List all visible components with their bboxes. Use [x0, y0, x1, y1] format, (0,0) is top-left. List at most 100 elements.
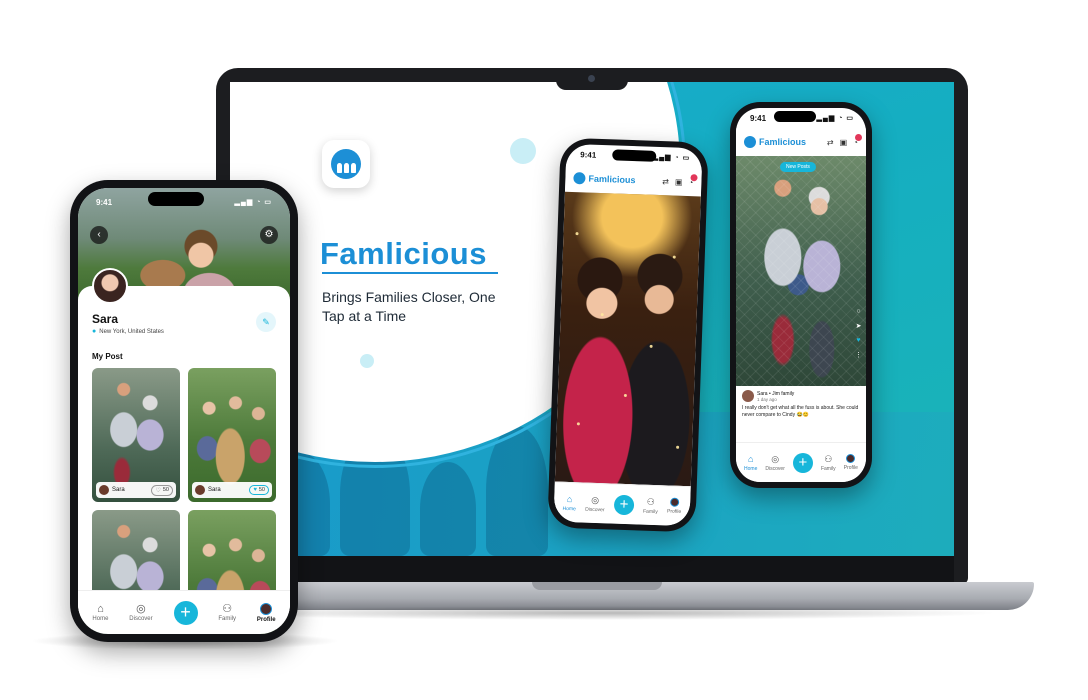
feed-post-image[interactable]	[554, 191, 701, 487]
post-side-actions: ○ ➤ ♥ ⋮	[855, 308, 862, 359]
compass-icon: ◎	[136, 602, 146, 615]
location-pin-icon: ●	[92, 328, 97, 335]
bell-icon[interactable]: ◔	[853, 133, 862, 147]
app-logo-icon	[573, 172, 586, 185]
mockup-stage: Famlicious Brings Families Closer, One T…	[0, 0, 1088, 700]
dynamic-island	[612, 149, 657, 162]
nav-family[interactable]: ⚇ Family	[643, 496, 658, 514]
pencil-icon: ✎	[262, 317, 270, 327]
app-logo-icon	[322, 140, 370, 188]
notification-badge	[690, 173, 698, 181]
edit-profile-button[interactable]: ✎	[256, 312, 276, 332]
laptop-groove	[532, 582, 662, 590]
status-time: 9:41	[750, 114, 767, 123]
notification-badge	[855, 133, 862, 141]
avatar	[846, 454, 856, 463]
post-author[interactable]: Sara • Jim family	[757, 391, 794, 397]
nav-home[interactable]: ⌂ Home	[744, 454, 757, 472]
like-count[interactable]: ♥ 50	[249, 485, 269, 495]
profile-avatar[interactable]	[92, 268, 128, 304]
brand-tagline: Brings Families Closer, One Tap at a Tim…	[322, 289, 496, 324]
share-icon[interactable]: ➤	[856, 322, 862, 330]
post-tile[interactable]: Sara ♡ 50	[92, 368, 180, 502]
post-time: 1 day ago	[757, 396, 777, 402]
heart-icon[interactable]: ♥	[856, 337, 860, 344]
header-actions: ⇄ ▣ ◔	[662, 173, 698, 187]
nav-profile[interactable]: Profile	[257, 602, 276, 623]
avatar	[260, 602, 273, 615]
heart-icon: ♥	[253, 487, 257, 493]
post-author: Sara	[208, 487, 221, 493]
nav-family[interactable]: ⚇ Family	[821, 454, 836, 472]
nav-home[interactable]: ⌂ Home	[562, 493, 576, 511]
laptop-notch	[556, 68, 628, 90]
avatar	[669, 497, 680, 507]
photo-figure	[486, 426, 548, 556]
family-logo-icon	[331, 149, 361, 179]
app-logo-text: Famlicious	[759, 137, 807, 147]
gear-icon: ⚙	[264, 229, 274, 240]
family-icon: ⚇	[646, 496, 655, 507]
nav-profile[interactable]: Profile	[844, 454, 858, 471]
bottom-nav: ⌂ Home ◎ Discover + ⚇ Family Profile	[553, 481, 691, 527]
heart-icon: ♡	[155, 487, 161, 494]
nav-discover[interactable]: ◎ Discover	[765, 454, 784, 472]
like-count[interactable]: ♡ 50	[151, 484, 173, 496]
nav-discover[interactable]: ◎ Discover	[129, 602, 152, 622]
nav-home[interactable]: ⌂ Home	[92, 602, 108, 622]
post-author: Sara	[112, 487, 125, 493]
chevron-left-icon: ‹	[97, 229, 101, 240]
new-posts-button[interactable]: New Posts	[780, 162, 816, 172]
settings-button[interactable]: ⚙	[260, 226, 278, 244]
nav-discover[interactable]: ◎ Discover	[585, 494, 605, 512]
signal-wifi-battery-icon: ▂▄▆ ◔ ▭	[652, 153, 691, 163]
section-title: My Post	[92, 352, 123, 361]
profile-card: Sara ● New York, United States ✎ My Post…	[78, 286, 290, 634]
swap-icon[interactable]: ⇄	[827, 138, 834, 147]
avatar	[195, 485, 205, 495]
avatar[interactable]	[742, 390, 754, 402]
home-icon: ⌂	[747, 453, 754, 464]
post-tile-footer: Sara ♥ 50	[192, 482, 272, 498]
more-icon[interactable]: ⋮	[855, 351, 862, 359]
chat-icon[interactable]: ▣	[840, 138, 848, 147]
court-net-overlay	[736, 156, 866, 386]
add-post-button[interactable]: +	[173, 600, 198, 625]
phone-profile: 9:41 ▂▄▆ ◔ ▭ ‹ ⚙ Sara ● New York, United…	[70, 180, 298, 642]
phone-screen: 9:41 ▂▄▆ ◔ ▭ Famlicious ⇄ ▣ ◔ ⌂ Home ◎ D…	[553, 143, 703, 527]
add-post-button[interactable]: +	[613, 494, 635, 515]
nav-profile[interactable]: Profile	[667, 497, 682, 515]
swap-icon[interactable]: ⇄	[662, 177, 669, 186]
profile-location: ● New York, United States	[92, 328, 164, 335]
confetti	[672, 255, 676, 259]
back-button[interactable]: ‹	[90, 226, 108, 244]
confetti	[575, 232, 579, 236]
bottom-nav: ⌂ Home ◎ Discover + ⚇ Family Profile	[78, 590, 290, 634]
family-icon: ⚇	[222, 602, 233, 615]
confetti	[576, 422, 580, 426]
compass-icon: ◎	[591, 494, 600, 505]
phone-feed-court: 9:41 ▂▄▆ ◔ ▭ Famlicious ⇄ ▣ ◔ New Posts …	[730, 102, 872, 488]
chat-icon[interactable]: ▣	[675, 177, 683, 186]
confetti	[600, 313, 604, 317]
add-post-button[interactable]: +	[792, 452, 813, 473]
post-tile-footer: Sara ♡ 50	[96, 482, 176, 498]
brand-underline	[322, 272, 498, 274]
post-tile[interactable]: Sara ♥ 50	[188, 368, 276, 502]
laptop-chin	[230, 556, 954, 582]
dynamic-island	[774, 111, 816, 122]
comment-icon[interactable]: ○	[856, 308, 860, 315]
status-time: 9:41	[96, 198, 113, 207]
bell-icon[interactable]: ◔	[688, 173, 698, 187]
app-header: Famlicious ⇄ ▣ ◔	[736, 128, 866, 156]
phone-screen: 9:41 ▂▄▆ ◔ ▭ Famlicious ⇄ ▣ ◔ New Posts …	[736, 108, 866, 482]
nav-family[interactable]: ⚇ Family	[218, 602, 236, 622]
location-text: New York, United States	[99, 328, 164, 335]
decorative-dot	[360, 354, 374, 368]
laptop-shadow	[200, 606, 1000, 620]
home-icon: ⌂	[97, 602, 104, 615]
status-time: 9:41	[580, 150, 597, 160]
app-logo-text: Famlicious	[588, 173, 636, 186]
home-icon: ⌂	[566, 493, 573, 504]
phone-screen: 9:41 ▂▄▆ ◔ ▭ ‹ ⚙ Sara ● New York, United…	[78, 188, 290, 634]
